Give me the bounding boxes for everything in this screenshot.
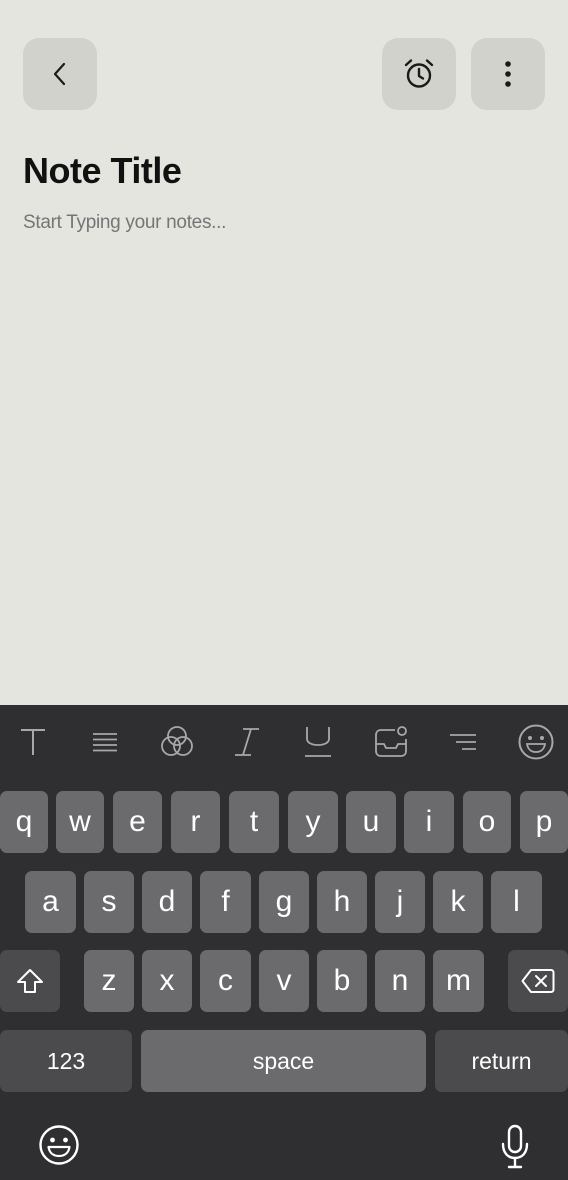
key-o[interactable]: o — [463, 791, 511, 853]
key-d[interactable]: d — [142, 871, 192, 933]
inbox-button[interactable] — [371, 722, 411, 762]
keyboard: q w e r t y u i o p a s d f g h j k l z … — [0, 705, 568, 1180]
underline-button[interactable] — [298, 722, 338, 762]
align-icon — [93, 733, 117, 752]
key-n[interactable]: n — [375, 950, 425, 1012]
formatting-toolbar — [0, 705, 568, 777]
key-f[interactable]: f — [200, 871, 251, 933]
key-q[interactable]: q — [0, 791, 48, 853]
align-button[interactable] — [85, 722, 125, 762]
key-z[interactable]: z — [84, 950, 134, 1012]
color-button[interactable] — [157, 722, 197, 762]
key-h[interactable]: h — [317, 871, 367, 933]
key-t[interactable]: t — [229, 791, 279, 853]
alarm-clock-icon — [404, 59, 434, 88]
emoji-toolbar-button[interactable] — [516, 722, 556, 762]
key-w[interactable]: w — [56, 791, 104, 853]
key-c[interactable]: c — [200, 950, 251, 1012]
key-u[interactable]: u — [346, 791, 396, 853]
backspace-icon — [521, 969, 555, 993]
key-i[interactable]: i — [404, 791, 454, 853]
key-e[interactable]: e — [113, 791, 162, 853]
shift-key[interactable] — [0, 950, 60, 1012]
numbers-key[interactable]: 123 — [0, 1030, 132, 1092]
emoji-icon — [39, 1125, 79, 1165]
return-key[interactable]: return — [435, 1030, 568, 1092]
italic-icon — [235, 728, 259, 756]
note-body-input[interactable] — [23, 212, 543, 234]
key-v[interactable]: v — [259, 950, 309, 1012]
key-l[interactable]: l — [491, 871, 542, 933]
colors-icon — [161, 726, 193, 756]
italic-button[interactable] — [227, 722, 267, 762]
key-s[interactable]: s — [84, 871, 134, 933]
reminder-button[interactable] — [382, 38, 456, 110]
key-y[interactable]: y — [288, 791, 338, 853]
text-style-button[interactable] — [13, 722, 53, 762]
inbox-notification-icon — [375, 726, 407, 757]
key-r[interactable]: r — [171, 791, 220, 853]
underline-icon — [305, 727, 331, 757]
more-options-button[interactable] — [471, 38, 545, 110]
key-j[interactable]: j — [375, 871, 425, 933]
key-k[interactable]: k — [433, 871, 483, 933]
sort-button[interactable] — [443, 722, 483, 762]
key-b[interactable]: b — [317, 950, 367, 1012]
filter-lines-icon — [450, 734, 476, 750]
emoji-icon — [518, 724, 554, 760]
key-g[interactable]: g — [259, 871, 309, 933]
key-p[interactable]: p — [520, 791, 568, 853]
back-button[interactable] — [23, 38, 97, 110]
note-title[interactable]: Note Title — [23, 150, 182, 192]
space-key[interactable]: space — [141, 1030, 426, 1092]
key-m[interactable]: m — [433, 950, 484, 1012]
backspace-key[interactable] — [508, 950, 568, 1012]
key-a[interactable]: a — [25, 871, 76, 933]
key-x[interactable]: x — [142, 950, 192, 1012]
text-icon — [21, 729, 45, 755]
microphone-icon — [501, 1124, 529, 1169]
dictation-button[interactable] — [495, 1123, 535, 1171]
note-editor: Note Title — [0, 0, 568, 705]
shift-icon — [17, 969, 43, 993]
chevron-left-icon — [53, 62, 66, 86]
emoji-keyboard-button[interactable] — [37, 1123, 81, 1167]
more-vertical-icon — [505, 61, 511, 87]
